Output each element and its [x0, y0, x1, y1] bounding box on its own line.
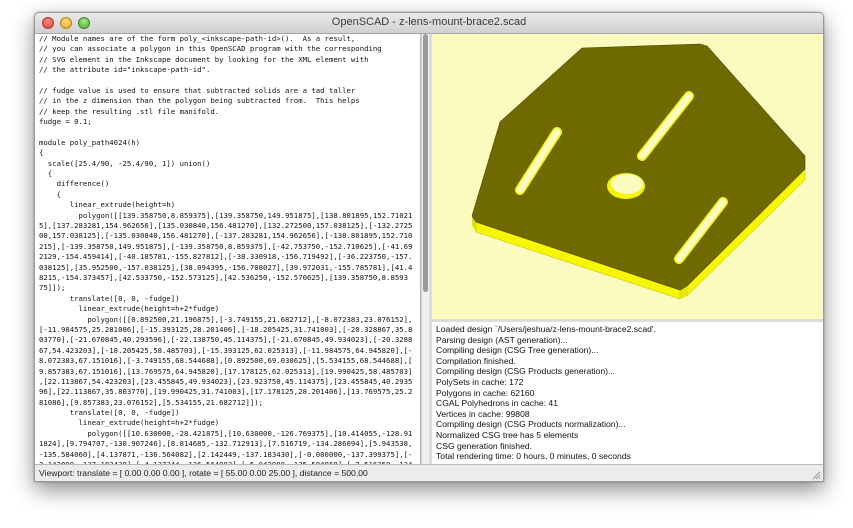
console-line: Loaded design `/Users/jeshua/z-lens-moun… [436, 324, 656, 334]
code-line[interactable]: // SVG element in the Inkscape document … [35, 55, 420, 65]
viewport-status-text: Viewport: translate = [ 0.00 0.00 0.00 ]… [39, 468, 368, 478]
code-line[interactable]: fudge = 0.1; [35, 117, 420, 127]
console-output: Loaded design `/Users/jeshua/z-lens-moun… [432, 322, 823, 464]
code-line[interactable]: { [35, 190, 420, 200]
code-line[interactable]: 96],[22.113867,35.803770],[19.990425,31.… [35, 387, 420, 397]
console-line: Polygons in cache: 62160 [436, 387, 535, 398]
code-line[interactable]: difference() [35, 179, 420, 189]
code-line[interactable]: scale([25.4/90, -25.4/90, 1]) union() [35, 159, 420, 169]
model-render [471, 43, 806, 300]
code-line[interactable]: // Module names are of the form poly_<in… [35, 34, 420, 44]
code-line[interactable]: 038125],[35.952500,-157.038125],[38.0943… [35, 263, 420, 273]
code-line[interactable]: 215],[-139.358750,149.951875],[-139.3587… [35, 242, 420, 252]
code-line[interactable]: // the attribute id="inkscape-path-id". [35, 65, 420, 75]
code-line[interactable]: 75]]); [35, 283, 420, 293]
code-line[interactable]: 2129,-154.459414],[-40.185781,-155.82781… [35, 252, 420, 262]
code-line[interactable]: 81086],[9.857383,23.076152],[5.534155,21… [35, 398, 420, 408]
console-line: Total rendering time: 0 hours, 0 minutes… [436, 451, 631, 462]
console-line: Normalized CSG tree has 5 elements [436, 429, 579, 440]
console-line: Compiling design (CSG Products normaliza… [436, 419, 626, 430]
console-line: Compilation finished. [436, 355, 516, 366]
code-line[interactable]: module poly_path4024(h) [35, 138, 420, 148]
code-line[interactable]: 00,157.038125],[-135.030840,156.481270],… [35, 231, 420, 241]
status-bar: Viewport: translate = [ 0.00 0.00 0.00 ]… [35, 464, 823, 481]
code-line[interactable]: 1824],[9.794707,-130.907246],[8.814685,-… [35, 439, 420, 449]
console-line: Compiling design (CSG Tree generation)..… [436, 345, 599, 356]
code-line[interactable]: polygon([[139.358750,8.859375],[139.3587… [35, 211, 420, 221]
3d-viewport[interactable] [432, 34, 823, 319]
console-line: CSG generation finished. [436, 440, 533, 451]
console-line: CGAL Polyhedrons in cache: 41 [436, 398, 558, 409]
code-line[interactable]: 8.072383,67.151016],[-3.749155,68.544688… [35, 356, 420, 366]
code-line[interactable]: linear_extrude(height=h+2*fudge) [35, 304, 420, 314]
console-line: PolySets in cache: 172 [436, 376, 524, 387]
code-line[interactable]: // in the z dimension than the polygon b… [35, 96, 420, 106]
console-line: Vertices in cache: 99808 [436, 408, 530, 419]
openscad-window: OpenSCAD - z-lens-mount-brace2.scad // M… [34, 12, 824, 482]
console-line: Compiling design (CSG Products generatio… [436, 366, 616, 377]
center-hole [607, 173, 645, 199]
code-line[interactable]: polygon([[10.630000,-28.421875],[10.6300… [35, 429, 420, 439]
code-line[interactable]: ,[22.113867,54.423203],[23.455845,49.934… [35, 377, 420, 387]
code-line[interactable]: { [35, 169, 420, 179]
code-line[interactable]: translate([0, 0, -fudge]) [35, 294, 420, 304]
title-bar[interactable]: OpenSCAD - z-lens-mount-brace2.scad [35, 13, 823, 34]
code-line[interactable]: 67,54.423203],[-18.205425,58.485703],[-1… [35, 346, 420, 356]
code-line[interactable]: polygon([[0.892500,21.196875],[-3.749155… [35, 315, 420, 325]
code-line[interactable]: 03770],[-21.670845,40.293596],[-22.13875… [35, 335, 420, 345]
resize-grip-icon[interactable] [811, 470, 821, 480]
code-line[interactable]: translate([0, 0, -fudge]) [35, 408, 420, 418]
model-top-face [471, 43, 806, 291]
code-line[interactable]: linear_extrude(height=h+2*fudge) [35, 418, 420, 428]
code-line[interactable] [35, 128, 420, 138]
code-line[interactable]: 8215,-154.373457],[42.533750,-152.573125… [35, 273, 420, 283]
code-editor[interactable]: // Module names are of the form poly_<in… [35, 34, 421, 464]
code-line[interactable]: -135.584060],[4.137871,-136.564082],[2.1… [35, 450, 420, 460]
code-line[interactable]: 9.857383,67.151016],[13.769575,64.945820… [35, 367, 420, 377]
code-line[interactable]: // fudge value is used to ensure that su… [35, 86, 420, 96]
code-line[interactable]: 5],[137.283281,154.962656],[135.030840,1… [35, 221, 420, 231]
code-line[interactable]: // keep the resulting .stl file manifold… [35, 107, 420, 117]
code-line[interactable]: { [35, 148, 420, 158]
code-line[interactable]: linear_extrude(height=h) [35, 200, 420, 210]
window-title: OpenSCAD - z-lens-mount-brace2.scad [331, 16, 527, 28]
code-line[interactable]: // you can associate a polygon in this O… [35, 44, 420, 54]
console-line: Parsing design (AST generation)... [436, 334, 568, 345]
code-line[interactable] [35, 76, 420, 86]
editor-scrollbar-thumb[interactable] [423, 34, 428, 292]
code-line[interactable]: [-11.984575,25.281086],[-15.393125,28.20… [35, 325, 420, 335]
